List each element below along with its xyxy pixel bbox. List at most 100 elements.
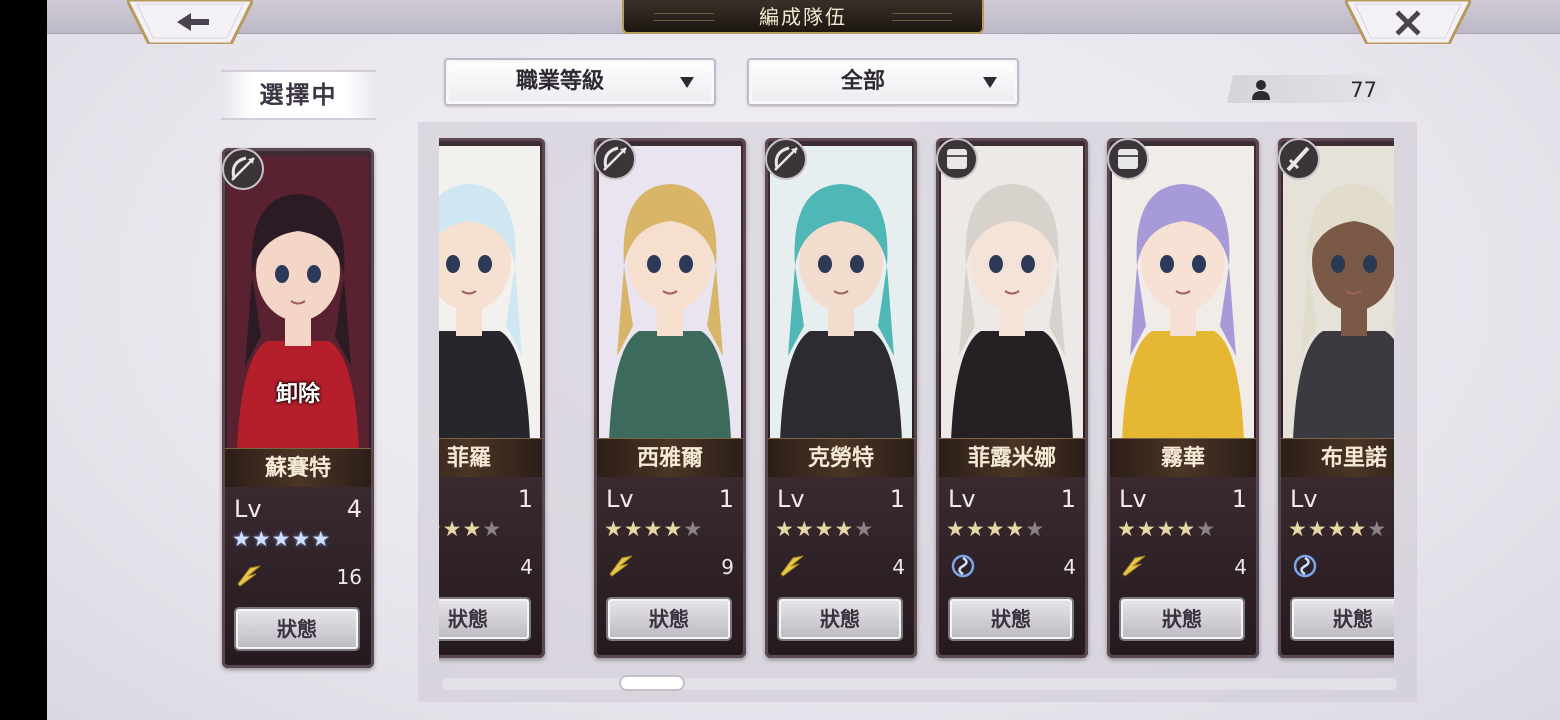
- star-icon: ★: [834, 517, 855, 541]
- level-value: 1: [517, 485, 533, 513]
- page-title-text: 編成隊伍: [759, 5, 847, 29]
- rarity-stars: ★★★★★: [439, 517, 502, 541]
- star-icon: ★: [1156, 517, 1177, 541]
- character-stats: Lv1★★★★★4狀態: [1107, 477, 1259, 658]
- rarity-stars: ★★★★★: [946, 517, 1045, 541]
- star-icon: ★: [1005, 517, 1026, 541]
- person-icon: [1252, 80, 1270, 100]
- character-list[interactable]: 菲羅Lv1★★★★★4狀態西雅爾Lv1★★★★★9狀態克勞特Lv1★★★★★4狀…: [439, 138, 1394, 668]
- level-value: 4: [346, 495, 362, 523]
- level-value: 1: [1231, 485, 1247, 513]
- character-stats: Lv 1 ★★★★★ 4 狀態: [765, 477, 917, 658]
- element-icon: [1292, 554, 1318, 578]
- chevron-down-icon: [983, 77, 997, 88]
- character-portrait: [941, 146, 1083, 441]
- status-button[interactable]: 狀態: [606, 597, 732, 641]
- star-icon: ★: [643, 517, 664, 541]
- character-card[interactable]: 克勞特 Lv 1 ★★★★★ 4 狀態: [765, 138, 917, 658]
- star-icon: ★: [985, 517, 1006, 541]
- status-button[interactable]: 狀態: [777, 597, 903, 641]
- close-button[interactable]: [1345, 0, 1471, 44]
- selecting-label: 選擇中: [221, 70, 376, 120]
- sort-dropdown-label: 職業等級: [515, 69, 604, 94]
- star-icon: ★: [1307, 517, 1328, 541]
- sort-dropdown[interactable]: 職業等級: [444, 58, 716, 106]
- character-card[interactable]: 菲羅Lv1★★★★★4狀態: [439, 138, 545, 658]
- star-icon: ★: [1327, 517, 1348, 541]
- character-card[interactable]: 西雅爾 Lv 1 ★★★★★ 9 狀態: [594, 138, 746, 658]
- filter-dropdown-label: 全部: [840, 69, 885, 94]
- character-portrait: [599, 146, 741, 441]
- character-portrait: [1112, 146, 1254, 441]
- star-icon: ★: [482, 517, 503, 541]
- star-icon: ★: [311, 527, 332, 551]
- star-icon: ★: [462, 517, 483, 541]
- class-icon: [594, 138, 638, 182]
- status-button[interactable]: 狀態: [948, 597, 1074, 641]
- character-portrait: [770, 146, 912, 441]
- character-stats: Lv ★★★★★ 狀態: [1278, 477, 1394, 658]
- filter-dropdown[interactable]: 全部: [747, 58, 1019, 106]
- selected-character-card[interactable]: 卸除 蘇賽特 Lv 4 ★★★★★ 16 狀態: [222, 148, 374, 668]
- status-button[interactable]: 狀態: [1119, 597, 1245, 641]
- character-stats: Lv1★★★★★4狀態: [439, 477, 545, 658]
- element-icon: [950, 554, 976, 578]
- level-label: Lv: [1290, 485, 1318, 513]
- star-icon: ★: [604, 517, 624, 541]
- scrollbar-thumb[interactable]: [619, 675, 685, 691]
- character-stats: Lv1★★★★★4狀態: [936, 477, 1088, 658]
- rarity-stars: ★★★★★: [775, 517, 874, 541]
- scrollbar-track[interactable]: [442, 678, 1397, 690]
- unequip-label[interactable]: 卸除: [222, 376, 374, 408]
- element-value: 4: [1234, 555, 1247, 579]
- status-button[interactable]: 狀態: [234, 607, 360, 651]
- element-icon: [608, 554, 634, 578]
- star-icon: ★: [1367, 517, 1388, 541]
- star-icon: ★: [442, 517, 463, 541]
- star-icon: ★: [794, 517, 815, 541]
- character-card[interactable]: 菲露米娜 Lv 1 ★★★★★ 4 狀態: [936, 138, 1088, 658]
- level-label: Lv: [777, 485, 805, 513]
- back-button[interactable]: [127, 0, 253, 44]
- class-icon: [1278, 138, 1322, 182]
- level-value: 1: [1060, 485, 1076, 513]
- chevron-down-icon: [680, 77, 694, 88]
- star-icon: ★: [775, 517, 795, 541]
- star-icon: ★: [1196, 517, 1217, 541]
- status-button[interactable]: 狀態: [1290, 597, 1394, 641]
- level-label: Lv: [234, 495, 262, 523]
- unit-count: 77: [1350, 78, 1377, 102]
- team-formation-screen: 編成隊伍 選擇中 職業等級 全部 77 卸除 蘇賽特 Lv 4 ★★★★★ 16…: [47, 0, 1560, 720]
- character-name: 蘇賽特: [222, 448, 374, 488]
- character-card[interactable]: 霧華 Lv 1 ★★★★★ 4 狀態: [1107, 138, 1259, 658]
- element-value: 9: [721, 555, 734, 579]
- class-icon: [936, 138, 980, 182]
- star-icon: ★: [1117, 517, 1137, 541]
- star-icon: ★: [1347, 517, 1368, 541]
- rarity-stars: ★★★★★: [1288, 517, 1387, 541]
- character-name: 菲露米娜: [936, 438, 1088, 478]
- title-ornament-left: [654, 13, 714, 21]
- star-icon: ★: [1176, 517, 1197, 541]
- class-icon: [1107, 138, 1151, 182]
- element-icon: [1121, 554, 1147, 578]
- star-icon: ★: [683, 517, 704, 541]
- status-button[interactable]: 狀態: [439, 597, 531, 641]
- star-icon: ★: [965, 517, 986, 541]
- page-title: 編成隊伍: [622, 0, 984, 34]
- level-value: 1: [889, 485, 905, 513]
- character-stats: Lv 1 ★★★★★ 9 狀態: [594, 477, 746, 658]
- character-portrait: [439, 146, 540, 441]
- level-label: Lv: [606, 485, 634, 513]
- character-portrait: [1283, 146, 1394, 441]
- star-icon: ★: [854, 517, 875, 541]
- character-name: 霧華: [1107, 438, 1259, 478]
- element-value: 16: [336, 565, 362, 589]
- rarity-stars: ★★★★★: [1117, 517, 1216, 541]
- star-icon: ★: [946, 517, 966, 541]
- character-name: 西雅爾: [594, 438, 746, 478]
- element-value: 4: [892, 555, 905, 579]
- star-icon: ★: [623, 517, 644, 541]
- character-card[interactable]: 布里諾 Lv ★★★★★ 狀態: [1278, 138, 1394, 658]
- element-value: 4: [520, 555, 533, 579]
